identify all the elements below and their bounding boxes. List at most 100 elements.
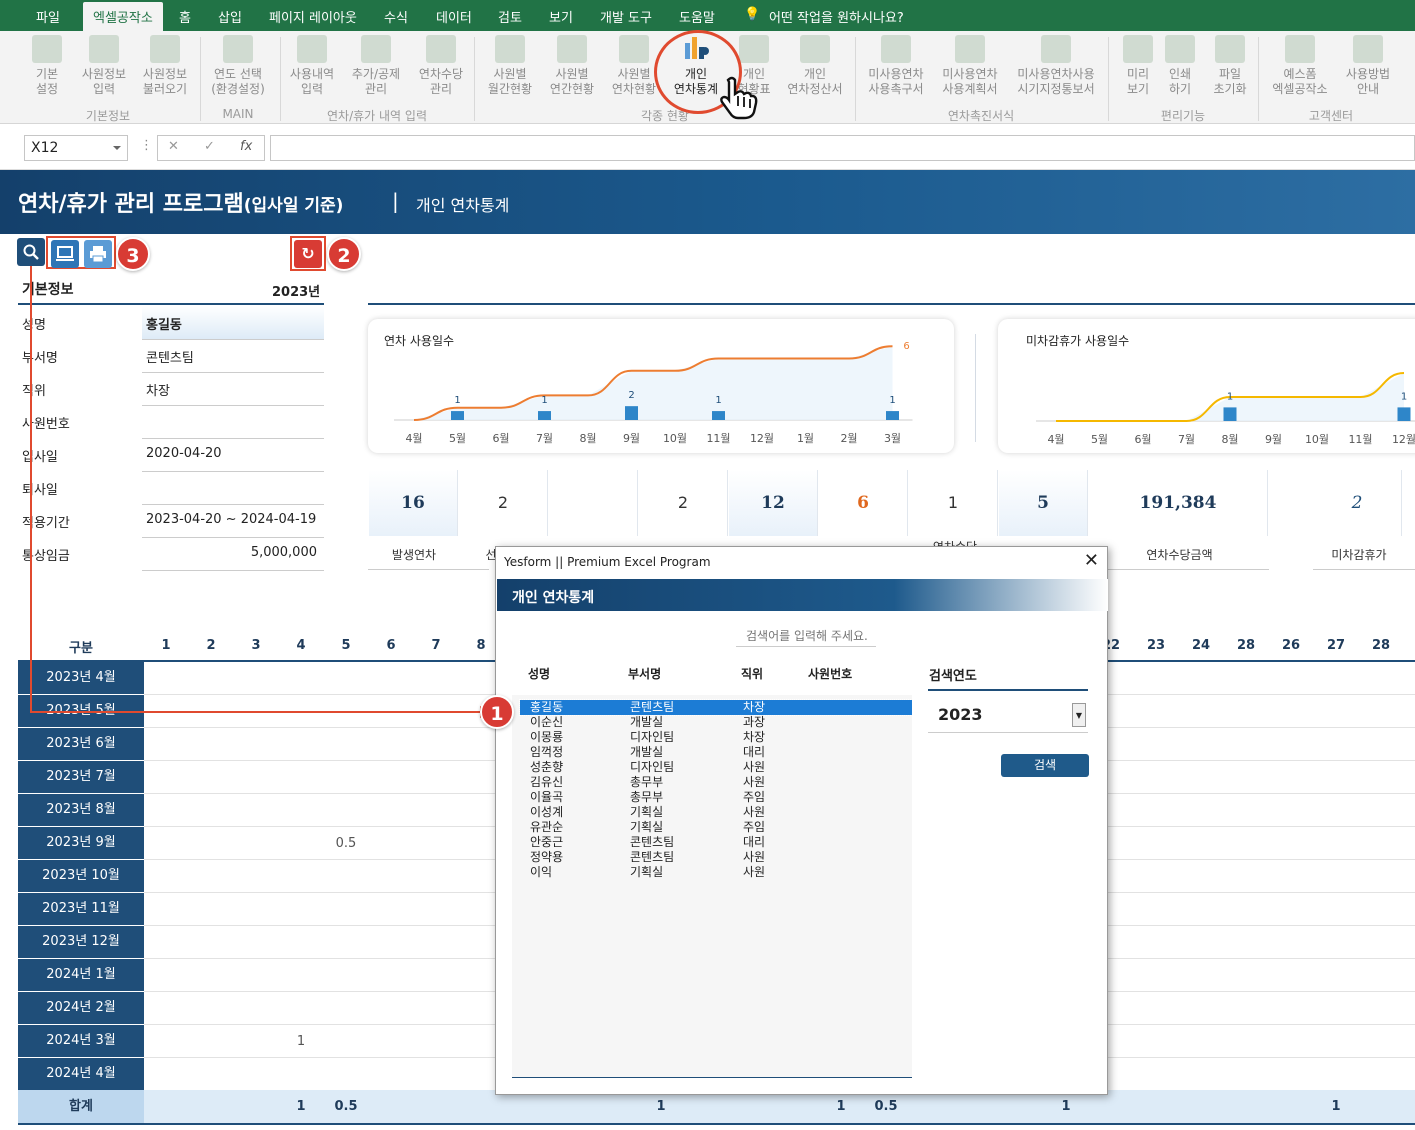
employee-row[interactable]: 이몽룡 디자인팀 차장 bbox=[520, 730, 912, 745]
data-label: 1 bbox=[889, 395, 895, 406]
employee-row[interactable]: 안중근 콘텐츠팀 대리 bbox=[520, 835, 912, 850]
employee-list[interactable]: 홍길동 콘텐츠팀 차장 이순신 개발실 과장 이몽룡 디자인팀 차장 임꺽정 개발실 대리 성춘향 디자인… bbox=[512, 695, 913, 1078]
chevron-down-icon[interactable]: ▼ bbox=[1072, 703, 1086, 727]
ribbon-button-label: 미사용연차 사용계획서 bbox=[942, 67, 998, 96]
info-label: 퇴사일 bbox=[22, 483, 58, 498]
info-value: 5,000,000 bbox=[250, 545, 317, 560]
employee-row[interactable]: 임꺽정 개발실 대리 bbox=[520, 745, 912, 760]
employee-row[interactable]: 김유신 총무부 사원 bbox=[520, 775, 912, 790]
cancel-icon[interactable]: ✕ bbox=[168, 139, 179, 154]
bar bbox=[886, 411, 899, 420]
day-header: 28 bbox=[1236, 638, 1256, 653]
tick-label: 12월 bbox=[1392, 433, 1415, 446]
ribbon-button-3[interactable]: 연도 선택 (환경설정) bbox=[198, 35, 278, 97]
ribbon-button-2[interactable]: 사원정보 불러오기 bbox=[125, 35, 205, 97]
check-icon[interactable]: ✓ bbox=[204, 139, 215, 154]
tick-label: 11월 bbox=[706, 432, 730, 445]
search-button[interactable]: 검색 bbox=[1001, 754, 1089, 777]
tab-review[interactable]: 검토 bbox=[498, 7, 522, 26]
info-icon bbox=[1353, 35, 1383, 63]
grid-cell[interactable]: 0.5 bbox=[331, 836, 361, 851]
day-header: 4 bbox=[296, 638, 306, 653]
print-button[interactable] bbox=[84, 240, 112, 268]
grid-icon bbox=[223, 35, 253, 63]
day-header: 28 bbox=[1371, 638, 1391, 653]
employee-cell: 이성계 bbox=[530, 805, 564, 819]
day-header: 3 bbox=[251, 638, 261, 653]
tab-view[interactable]: 보기 bbox=[549, 7, 573, 26]
employee-row[interactable]: 성춘향 디자인팀 사원 bbox=[520, 760, 912, 775]
monitor-icon bbox=[56, 246, 74, 267]
tell-me-search[interactable]: 어떤 작업을 원하시나요? bbox=[769, 7, 904, 26]
employee-row[interactable]: 홍길동 콘텐츠팀 차장 bbox=[519, 699, 913, 716]
employee-cell: 콘텐츠팀 bbox=[630, 835, 675, 849]
ribbon-button-13[interactable]: 미사용연차 사용촉구서 bbox=[856, 35, 936, 97]
ribbon-group-label: 연차/휴가 내역 입력 bbox=[327, 109, 427, 123]
employee-cell: 성춘향 bbox=[530, 760, 564, 774]
stat-label-allowance: 연차수당 bbox=[925, 537, 985, 546]
employee-row[interactable]: 정약용 콘텐츠팀 사원 bbox=[520, 850, 912, 865]
info-underline bbox=[142, 372, 324, 373]
employee-row[interactable]: 이율곡 총무부 주임 bbox=[520, 790, 912, 805]
employee-cell: 주임 bbox=[743, 790, 766, 804]
employee-row[interactable]: 이성계 기획실 사원 bbox=[520, 805, 912, 820]
ribbon-button-14[interactable]: 미사용연차 사용계획서 bbox=[930, 35, 1010, 97]
hand-cursor-icon bbox=[718, 76, 760, 124]
ribbon-button-label: 파일 초기화 bbox=[1213, 67, 1247, 96]
employee-cell: 개발실 bbox=[630, 745, 664, 759]
ribbon-separator bbox=[474, 37, 475, 121]
zoom-button[interactable] bbox=[17, 238, 45, 266]
ribbon-button-6[interactable]: 연차수당 관리 bbox=[401, 35, 481, 97]
stat-underline bbox=[368, 569, 489, 570]
employee-row[interactable]: 유관순 기획실 주임 bbox=[520, 820, 912, 835]
non-deduct-leave-chart: 4월 5월 6월 7월 8월 9월 10월 11월 12월 1 1 bbox=[1036, 372, 1415, 446]
search-input[interactable] bbox=[736, 625, 876, 647]
employee-row[interactable]: 이익 기획실 사원 bbox=[520, 865, 912, 880]
trash-icon bbox=[1215, 35, 1245, 63]
refresh-button[interactable]: ↻ bbox=[294, 240, 322, 268]
tick-label: 6월 bbox=[492, 432, 509, 445]
col-emp-no: 사원번호 bbox=[808, 667, 853, 681]
tick-label: 4월 bbox=[405, 432, 422, 445]
bar bbox=[1223, 407, 1237, 421]
tick-label: 7월 bbox=[536, 432, 553, 445]
day-header: 24 bbox=[1191, 638, 1211, 653]
refresh-icon: ↻ bbox=[301, 244, 315, 263]
tab-formulas[interactable]: 수식 bbox=[384, 7, 408, 26]
badge-1: 1 bbox=[480, 695, 514, 729]
function-icon[interactable]: fx bbox=[240, 139, 252, 154]
tick-label: 6월 bbox=[1134, 433, 1151, 446]
info-value: 콘텐츠팀 bbox=[146, 351, 194, 366]
tab-home[interactable]: 홈 bbox=[179, 7, 191, 26]
tick-label: 10월 bbox=[663, 432, 687, 445]
table-check-icon bbox=[739, 35, 769, 63]
employee-row[interactable]: 이순신 개발실 과장 bbox=[520, 715, 912, 730]
users-icon bbox=[89, 35, 119, 63]
info-underline bbox=[142, 504, 324, 505]
ribbon-button-20[interactable]: 사용방법 안내 bbox=[1328, 35, 1408, 97]
title-separator: | bbox=[392, 189, 399, 213]
ribbon-button-15[interactable]: 미사용연차사용 시기지정통보서 bbox=[1016, 35, 1096, 97]
ribbon-button-label: 기본 설정 bbox=[35, 67, 59, 96]
tab-insert[interactable]: 삽입 bbox=[218, 7, 242, 26]
close-icon[interactable]: ✕ bbox=[1084, 550, 1099, 571]
tab-excel-workshop[interactable]: 엑셀공작소 bbox=[83, 2, 163, 31]
tab-developer[interactable]: 개발 도구 bbox=[600, 7, 652, 26]
tab-data[interactable]: 데이터 bbox=[436, 7, 472, 26]
ribbon-group-label: 고객센터 bbox=[1308, 109, 1354, 123]
ribbon-group-label: 기본정보 bbox=[85, 109, 131, 123]
ribbon-button-12[interactable]: 개인 연차정산서 bbox=[775, 35, 855, 97]
data-label: 1 bbox=[454, 395, 460, 406]
screen-view-button[interactable] bbox=[51, 240, 79, 268]
name-box[interactable]: X12 bbox=[24, 135, 128, 161]
total-label: 합계 bbox=[18, 1090, 144, 1123]
stat-value-2 bbox=[549, 470, 638, 536]
stat-value-3: 2 bbox=[639, 470, 728, 536]
grid-cell[interactable]: 1 bbox=[286, 1034, 316, 1049]
tab-file[interactable]: 파일 bbox=[36, 7, 60, 26]
tab-page-layout[interactable]: 페이지 레이아웃 bbox=[269, 7, 357, 26]
year-select[interactable]: 2023 ▼ bbox=[928, 699, 1088, 733]
employee-cell: 기획실 bbox=[630, 805, 664, 819]
tab-help[interactable]: 도움말 bbox=[679, 7, 715, 26]
formula-input[interactable] bbox=[270, 135, 1415, 161]
